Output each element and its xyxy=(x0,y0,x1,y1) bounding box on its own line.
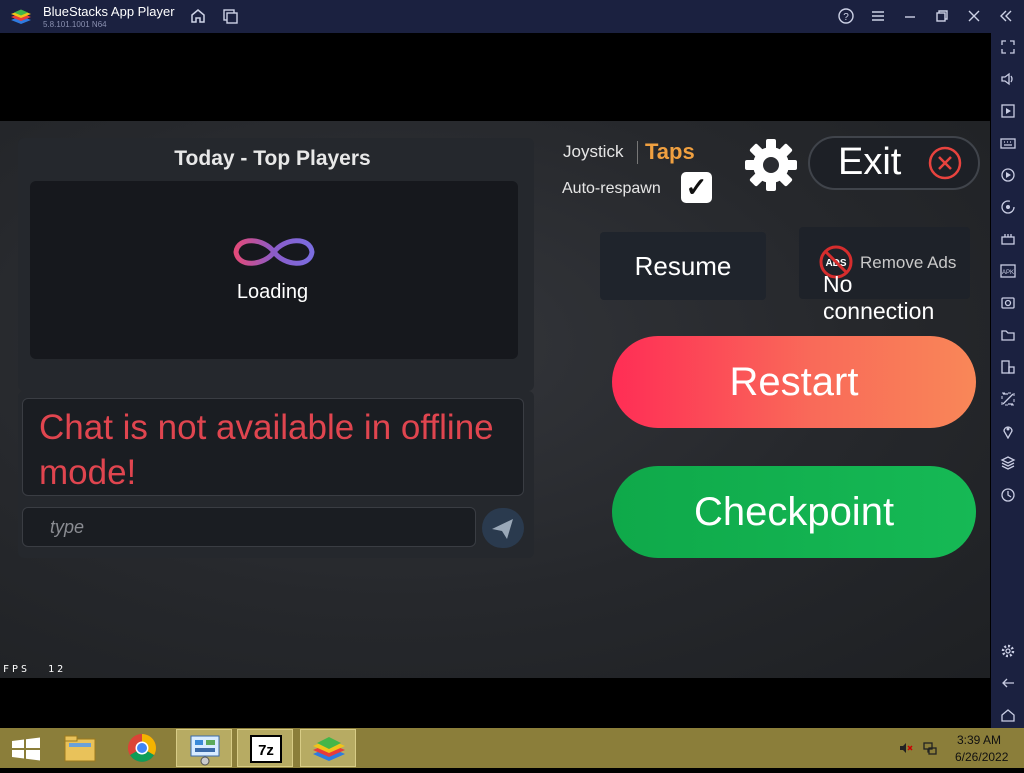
collapse-sidebar-icon[interactable] xyxy=(996,7,1016,27)
multi-instance-icon[interactable] xyxy=(220,7,240,27)
loading-label: Loading xyxy=(236,281,309,303)
media-icon[interactable] xyxy=(998,103,1018,123)
start-button[interactable] xyxy=(0,729,56,767)
exit-button[interactable]: Exit xyxy=(808,136,980,190)
network-icon[interactable] xyxy=(922,740,938,756)
7zip-icon: 7z xyxy=(250,735,282,763)
close-icon[interactable] xyxy=(964,7,984,27)
taskbar-control-panel[interactable] xyxy=(176,729,232,767)
title-bar: BlueStacks App Player 5.8.101.1001 N64 ? xyxy=(0,0,1024,33)
macro-icon[interactable] xyxy=(998,167,1018,187)
7zip-label: 7z xyxy=(258,742,274,759)
checkpoint-button[interactable]: Checkpoint xyxy=(612,466,976,558)
remove-ads-button[interactable]: ADS Remove Ads No connection xyxy=(799,227,970,324)
chat-send-button[interactable] xyxy=(482,508,524,548)
no-connection-label: No connection xyxy=(823,271,935,324)
back-icon[interactable] xyxy=(998,675,1018,695)
app-version: 5.8.101.1001 N64 xyxy=(43,20,107,29)
exit-label: Exit xyxy=(838,141,902,183)
taskbar-7zip[interactable]: 7z xyxy=(237,729,293,767)
sync-icon[interactable] xyxy=(998,487,1018,507)
control-panel-icon xyxy=(190,735,220,766)
fps-label: FPS xyxy=(3,664,31,675)
clock-date[interactable]: 6/26/2022 xyxy=(955,750,1008,764)
infinity-loading-icon xyxy=(233,238,315,266)
resume-button[interactable]: Resume xyxy=(600,232,766,300)
eco-mode-icon[interactable] xyxy=(998,391,1018,411)
joystick-mode-option[interactable]: Joystick xyxy=(563,142,623,162)
auto-respawn-checkbox[interactable]: ✓ xyxy=(681,172,712,203)
restore-icon[interactable] xyxy=(932,7,952,27)
screenshot-icon[interactable] xyxy=(998,295,1018,315)
rotate-icon[interactable] xyxy=(998,199,1018,219)
start-icon xyxy=(12,737,40,761)
controls-icon[interactable] xyxy=(998,231,1018,251)
apk-icon[interactable]: APK xyxy=(998,263,1018,283)
help-icon[interactable]: ? xyxy=(836,7,856,27)
volume-icon[interactable] xyxy=(998,71,1018,91)
location-icon[interactable] xyxy=(998,423,1018,443)
taskbar-bluestacks[interactable] xyxy=(300,729,356,767)
fps-counter: FPS 12 xyxy=(3,664,66,675)
multi-window-icon[interactable] xyxy=(998,359,1018,379)
folder-icon[interactable] xyxy=(998,327,1018,347)
auto-respawn-label: Auto-respawn xyxy=(562,180,661,197)
fullscreen-icon[interactable] xyxy=(998,39,1018,59)
chat-messages: Chat is not available in offline mode! xyxy=(22,398,524,496)
minimize-icon[interactable] xyxy=(900,7,920,27)
app-title: BlueStacks App Player xyxy=(43,4,175,19)
remove-ads-label: Remove Ads xyxy=(860,253,957,272)
bluestacks-logo xyxy=(11,9,31,24)
svg-text:APK: APK xyxy=(1002,270,1014,276)
keyboard-icon[interactable] xyxy=(998,135,1018,155)
settings-gear-icon[interactable] xyxy=(744,138,798,192)
file-explorer-icon xyxy=(64,735,96,762)
home-icon[interactable] xyxy=(998,707,1018,727)
menu-icon[interactable] xyxy=(868,7,888,27)
exit-x-icon xyxy=(928,146,962,180)
bluestacks-sidebar: APK xyxy=(991,33,1024,728)
chat-input[interactable]: type xyxy=(22,507,476,547)
bluestacks-icon xyxy=(313,737,345,761)
taps-mode-option[interactable]: Taps xyxy=(645,139,695,165)
game-screen[interactable]: Today - Top Players Loading Chat is not … xyxy=(0,121,990,678)
home-icon[interactable] xyxy=(188,7,208,27)
chrome-icon xyxy=(128,734,156,762)
settings-icon[interactable] xyxy=(998,643,1018,663)
taskbar-file-explorer[interactable] xyxy=(52,729,108,767)
svg-text:?: ? xyxy=(843,12,849,23)
leaderboard-title: Today - Top Players xyxy=(174,147,371,170)
taskbar-chrome[interactable] xyxy=(114,729,170,767)
windows-taskbar: 7z 3:39 AM 6/26/2022 xyxy=(0,728,1024,768)
mode-separator xyxy=(637,141,638,164)
clock-time[interactable]: 3:39 AM xyxy=(957,733,1001,747)
fps-value: 12 xyxy=(48,664,67,675)
restart-button[interactable]: Restart xyxy=(612,336,976,428)
volume-muted-icon[interactable] xyxy=(898,740,914,756)
layers-icon[interactable] xyxy=(998,455,1018,475)
chat-offline-message: Chat is not available in offline mode! xyxy=(39,408,494,492)
send-icon xyxy=(492,519,513,539)
